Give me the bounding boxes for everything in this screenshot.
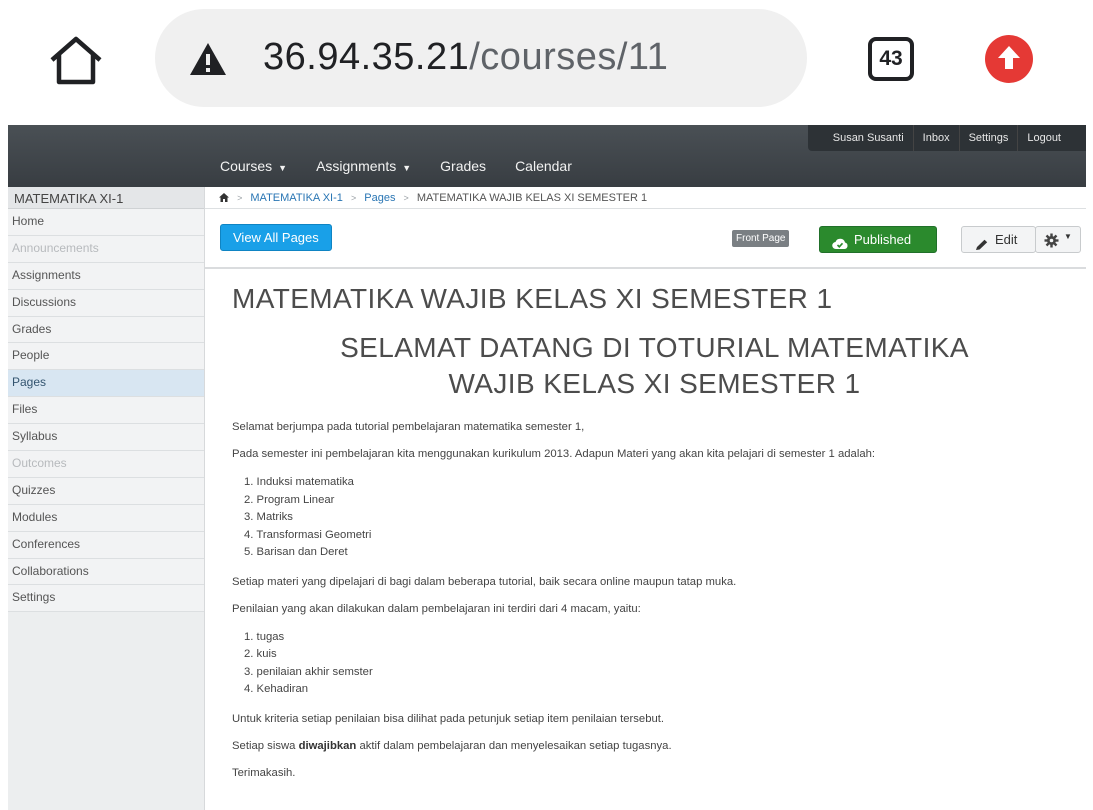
tabs-icon[interactable]: 43 (868, 37, 914, 81)
breadcrumb-separator: > (237, 193, 243, 203)
materi-intro-paragraph: Pada semester ini pembelajaran kita meng… (232, 448, 876, 460)
update-icon[interactable] (985, 35, 1033, 83)
welcome-heading-line1: SELAMAT DATANG DI TOTURIAL MATEMATIKA (340, 332, 969, 363)
url-path: /courses/11 (469, 36, 669, 78)
settings-link[interactable]: Settings (958, 125, 1018, 151)
menu-calendar[interactable]: Calendar (515, 155, 593, 179)
chevron-down-icon: ▼ (402, 163, 412, 173)
wajib-post: aktif dalam pembelajaran dan menyelesaik… (356, 739, 672, 752)
wajib-paragraph: Setiap siswa diwajibkan aktif dalam pemb… (232, 739, 1077, 753)
sidebar-item-assignments[interactable]: Assignments (8, 262, 204, 290)
cloud-check-icon (832, 233, 848, 250)
front-page-badge: Front Page (732, 230, 790, 247)
browser-toolbar: 36.94.35.21/courses/11 43 (0, 0, 1093, 118)
materi-list: 1. Induksi matematika 2. Program Linear … (232, 474, 1077, 562)
closing-paragraph: Terimakasih. (232, 766, 296, 779)
list-item: 3. Matriks (244, 511, 293, 523)
breadcrumb-current: MATEMATIKA WAJIB KELAS XI SEMESTER 1 (416, 192, 648, 204)
penilaian-list: 1. tugas 2. kuis 3. penilaian akhir sems… (232, 629, 1077, 699)
chevron-down-icon: ▼ (278, 163, 288, 173)
welcome-heading-line2: WAJIB KELAS XI SEMESTER 1 (448, 368, 861, 399)
menu-assignments[interactable]: Assignments ▼ (316, 155, 432, 179)
penilaian-intro-paragraph: Penilaian yang akan dilakukan dalam pemb… (232, 602, 641, 615)
home-icon[interactable] (219, 193, 229, 202)
welcome-heading: SELAMAT DATANG DI TOTURIAL MATEMATIKA WA… (232, 330, 1077, 402)
gear-icon (1044, 233, 1059, 248)
sidebar-item-home[interactable]: Home (8, 209, 204, 236)
home-icon[interactable] (48, 36, 104, 86)
url-text[interactable]: 36.94.35.21/courses/11 (263, 33, 668, 81)
menu-assignments-label: Assignments (316, 158, 397, 174)
sidebar-item-settings[interactable]: Settings (8, 585, 204, 613)
sidebar-item-announcements[interactable]: Announcements (8, 235, 204, 263)
wajib-bold: diwajibkan (298, 739, 357, 752)
logout-link[interactable]: Logout (1017, 125, 1070, 151)
menu-courses-label: Courses (220, 158, 273, 174)
sidebar-item-modules[interactable]: Modules (8, 504, 204, 532)
sidebar-item-people[interactable]: People (8, 343, 204, 371)
sidebar-item-grades[interactable]: Grades (8, 316, 204, 344)
url-host: 36.94.35.21 (263, 36, 470, 78)
kriteria-paragraph: Untuk kriteria setiap penilaian bisa dil… (232, 712, 665, 725)
breadcrumb-separator: > (403, 193, 409, 203)
sidebar-item-conferences[interactable]: Conferences (8, 531, 204, 559)
course-sidebar: MATEMATIKA XI-1 Home Announcements Assig… (8, 187, 205, 810)
breadcrumb-separator: > (350, 193, 357, 203)
list-item: 3. penilaian akhir semster (244, 665, 373, 678)
sidebar-item-quizzes[interactable]: Quizzes (8, 477, 204, 505)
menu-grades[interactable]: Grades (440, 155, 507, 179)
sidebar-item-outcomes[interactable]: Outcomes (8, 451, 204, 478)
tab-count: 43 (879, 47, 903, 70)
settings-menu-button[interactable]: ▼ (1035, 226, 1081, 253)
edit-label: Edit (995, 232, 1018, 247)
list-item: 4. Kehadiran (244, 683, 309, 695)
main-menu: Courses ▼ Assignments ▼ Grades Calendar (220, 155, 601, 179)
wajib-pre: Setiap siswa (232, 739, 299, 752)
sidebar-item-collaborations[interactable]: Collaborations (8, 558, 204, 586)
user-name-link[interactable]: Susan Susanti (824, 125, 913, 151)
menu-courses[interactable]: Courses ▼ (220, 155, 308, 179)
breadcrumb: > MATEMATIKA XI-1 > Pages > MATEMATIKA W… (205, 187, 1086, 209)
view-all-pages-button[interactable]: View All Pages (220, 224, 332, 251)
list-item: 5. Barisan dan Deret (244, 546, 348, 558)
intro-paragraph: Selamat berjumpa pada tutorial pembelaja… (232, 421, 585, 433)
list-item: 1. Induksi matematika (244, 476, 354, 488)
tutorial-note-paragraph: Setiap materi yang dipelajari di bagi da… (232, 575, 737, 588)
breadcrumb-pages[interactable]: Pages (364, 192, 395, 204)
sidebar-item-files[interactable]: Files (8, 397, 204, 425)
published-button[interactable]: Published (819, 226, 937, 253)
chevron-down-icon: ▼ (1064, 232, 1072, 241)
main-content: > MATEMATIKA XI-1 > Pages > MATEMATIKA W… (205, 187, 1086, 810)
sidebar-item-syllabus[interactable]: Syllabus (8, 424, 204, 452)
course-nav: Home Announcements Assignments Discussio… (8, 209, 204, 613)
page-body: MATEMATIKA WAJIB KELAS XI SEMESTER 1 SEL… (232, 282, 1077, 793)
list-item: 4. Transformasi Geometri (244, 528, 372, 541)
course-name[interactable]: MATEMATIKA XI-1 (8, 187, 204, 209)
list-item: 1. tugas (244, 630, 285, 643)
page-toolbar: View All Pages Front Page Published Edit… (205, 209, 1086, 269)
breadcrumb-course[interactable]: MATEMATIKA XI-1 (250, 192, 343, 204)
list-item: 2. Program Linear (244, 493, 335, 506)
global-header: Susan Susanti Inbox Settings Logout Cour… (8, 125, 1086, 187)
edit-button[interactable]: Edit (961, 226, 1036, 253)
sidebar-item-discussions[interactable]: Discussions (8, 289, 204, 317)
warning-icon[interactable] (188, 41, 228, 77)
inbox-link[interactable]: Inbox (912, 125, 959, 151)
user-nav: Susan Susanti Inbox Settings Logout (807, 125, 1086, 151)
page-title: MATEMATIKA WAJIB KELAS XI SEMESTER 1 (232, 283, 833, 314)
menu-calendar-label: Calendar (515, 158, 572, 174)
published-label: Published (854, 232, 912, 247)
sidebar-item-pages[interactable]: Pages (8, 370, 204, 398)
pencil-icon (975, 234, 989, 250)
canvas-app: Susan Susanti Inbox Settings Logout Cour… (8, 125, 1086, 810)
address-bar[interactable]: 36.94.35.21/courses/11 (155, 9, 807, 107)
list-item: 2. kuis (244, 648, 277, 660)
menu-grades-label: Grades (440, 158, 487, 174)
